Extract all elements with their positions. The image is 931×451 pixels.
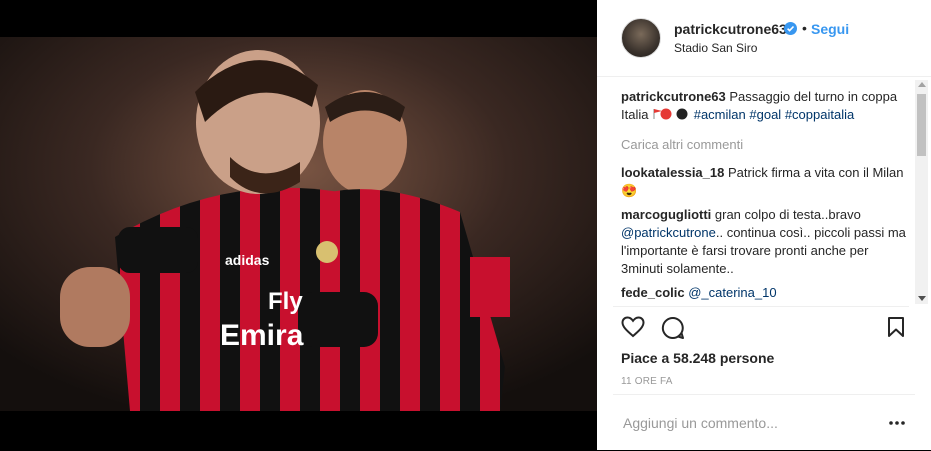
post-media: adidas Fly Emira bbox=[0, 0, 597, 450]
username-link[interactable]: patrickcutrone63 bbox=[674, 21, 787, 37]
verified-badge-icon bbox=[784, 22, 797, 35]
football-player-photo: adidas Fly Emira bbox=[0, 37, 597, 411]
scroll-up-arrow-icon[interactable] bbox=[918, 82, 926, 87]
heart-eyes-emoji: 😍 bbox=[621, 183, 638, 198]
comment-item: marcogugliotti gran colpo di testa..brav… bbox=[621, 206, 909, 278]
bookmark-icon[interactable] bbox=[887, 316, 905, 338]
comment-username[interactable]: marcogugliotti bbox=[621, 207, 711, 222]
avatar[interactable] bbox=[621, 18, 661, 58]
flag-emoji-icon bbox=[653, 108, 688, 120]
separator-dot: • bbox=[802, 20, 807, 36]
heart-icon[interactable] bbox=[621, 316, 645, 338]
divider bbox=[613, 306, 909, 307]
comment-mention[interactable]: @patrickcutrone bbox=[621, 225, 716, 240]
add-comment-input[interactable] bbox=[621, 410, 865, 436]
comment-item: lookatalessia_18 Patrick firma a vita co… bbox=[621, 164, 909, 200]
hashtag-coppaitalia[interactable]: #coppaitalia bbox=[785, 107, 854, 122]
scroll-down-arrow-icon[interactable] bbox=[918, 296, 926, 301]
more-options-icon[interactable] bbox=[889, 421, 905, 425]
action-bar bbox=[621, 316, 911, 342]
comment-icon[interactable] bbox=[661, 316, 685, 340]
location-link[interactable]: Stadio San Siro bbox=[674, 41, 757, 55]
comment-text: Patrick firma a vita con il Milan bbox=[724, 165, 904, 180]
scrollbar-thumb[interactable] bbox=[917, 94, 926, 156]
post-timestamp[interactable]: 11 ORE FA bbox=[621, 376, 673, 387]
load-more-comments-button[interactable]: Carica altri commenti bbox=[621, 136, 909, 154]
caption-username[interactable]: patrickcutrone63 bbox=[621, 89, 726, 104]
post-header: patrickcutrone63 • Segui Stadio San Siro bbox=[597, 0, 931, 77]
comments-scrollbar[interactable] bbox=[915, 80, 928, 304]
jersey-sponsor-line1: Fly bbox=[268, 288, 303, 315]
comment-mention[interactable]: @_caterina_10 bbox=[688, 285, 776, 300]
hashtag-acmilan[interactable]: #acmilan bbox=[694, 107, 746, 122]
add-comment-bar bbox=[613, 394, 915, 451]
post-side-panel: patrickcutrone63 • Segui Stadio San Siro… bbox=[597, 0, 931, 450]
comment-text: gran colpo di testa..bravo bbox=[711, 207, 861, 222]
likes-count[interactable]: Piace a 58.248 persone bbox=[621, 350, 774, 366]
comments-list[interactable]: patrickcutrone63 Passaggio del turno in … bbox=[621, 88, 909, 304]
follow-button[interactable]: Segui bbox=[811, 21, 849, 37]
caption: patrickcutrone63 Passaggio del turno in … bbox=[621, 88, 909, 124]
jersey-brand: adidas bbox=[225, 252, 270, 268]
comment-username[interactable]: fede_colic bbox=[621, 285, 685, 300]
post-photo[interactable]: adidas Fly Emira bbox=[0, 37, 597, 411]
comment-username[interactable]: lookatalessia_18 bbox=[621, 165, 724, 180]
jersey-sponsor-line2: Emira bbox=[220, 319, 304, 352]
comment-item: fede_colic @_caterina_10 bbox=[621, 284, 909, 302]
hashtag-goal[interactable]: #goal bbox=[749, 107, 781, 122]
